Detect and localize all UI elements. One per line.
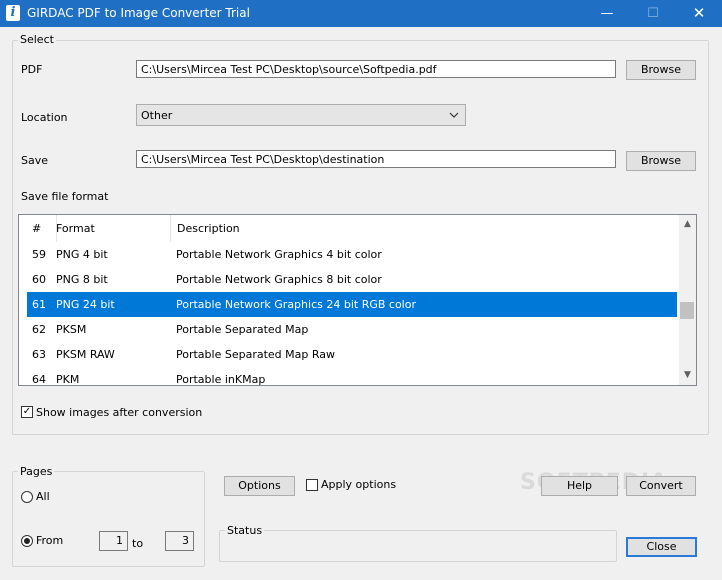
show-images-checkbox[interactable]: ✓ (21, 406, 33, 418)
app-icon: i (6, 5, 20, 21)
row-format: PKSM RAW (56, 348, 115, 361)
row-format: PNG 4 bit (56, 248, 108, 261)
row-description: Portable Separated Map (176, 323, 309, 336)
row-format: PNG 24 bit (56, 298, 115, 311)
row-num: 63 (32, 348, 46, 361)
row-description: Portable Network Graphics 4 bit color (176, 248, 382, 261)
save-path-field[interactable]: C:\Users\Mircea Test PC\Desktop\destinat… (136, 150, 616, 168)
row-num: 59 (32, 248, 46, 261)
scrollbar-thumb[interactable] (680, 302, 694, 319)
show-images-label[interactable]: Show images after conversion (36, 406, 202, 419)
browse-save-button[interactable]: Browse (626, 151, 696, 171)
minimize-button[interactable]: — (584, 0, 630, 27)
row-num: 62 (32, 323, 46, 336)
apply-options-label[interactable]: Apply options (321, 478, 396, 491)
maximize-icon: ☐ (647, 6, 659, 21)
save-label: Save (21, 154, 49, 167)
to-page-field[interactable]: 3 (165, 531, 194, 551)
pages-group (12, 471, 205, 567)
status-group-title: Status (225, 524, 265, 537)
list-header: # Format Description (19, 215, 696, 242)
pdf-path-field[interactable]: C:\Users\Mircea Test PC\Desktop\source\S… (136, 60, 616, 78)
all-pages-radio[interactable] (21, 491, 33, 503)
format-list[interactable]: # Format Description 59 PNG 4 bit Portab… (18, 214, 697, 386)
title-bar[interactable]: i GIRDAC PDF to Image Converter Trial — … (0, 0, 722, 27)
all-pages-label[interactable]: All (36, 490, 50, 503)
table-row[interactable]: 62 PKSM Portable Separated Map (27, 317, 677, 342)
convert-button[interactable]: Convert (626, 476, 696, 496)
table-row[interactable]: 63 PKSM RAW Portable Separated Map Raw (27, 342, 677, 367)
location-label: Location (21, 111, 68, 124)
column-header-format[interactable]: Format (50, 215, 171, 242)
chevron-down-icon (449, 112, 459, 118)
table-row[interactable]: 64 PKM Portable inKMap (27, 367, 677, 386)
help-button[interactable]: Help (541, 476, 618, 496)
browse-pdf-button[interactable]: Browse (626, 60, 696, 80)
row-description: Portable Network Graphics 8 bit color (176, 273, 382, 286)
from-page-field[interactable]: 1 (99, 531, 128, 551)
scroll-up-icon[interactable]: ▲ (679, 219, 696, 229)
row-format: PNG 8 bit (56, 273, 108, 286)
table-row[interactable]: 60 PNG 8 bit Portable Network Graphics 8… (27, 267, 677, 292)
close-icon: ✕ (692, 4, 706, 22)
scroll-down-icon[interactable]: ▼ (679, 370, 696, 380)
table-row[interactable]: 59 PNG 4 bit Portable Network Graphics 4… (27, 242, 677, 267)
row-description: Portable inKMap (176, 373, 266, 386)
to-label: to (132, 537, 144, 550)
save-format-label: Save file format (21, 190, 109, 203)
from-pages-radio[interactable] (21, 535, 33, 547)
location-dropdown[interactable]: Other (136, 104, 466, 126)
from-pages-label[interactable]: From (36, 534, 63, 547)
pdf-label: PDF (21, 63, 43, 76)
location-value: Other (141, 109, 173, 122)
row-description: Portable Separated Map Raw (176, 348, 335, 361)
pages-group-title: Pages (18, 465, 55, 478)
row-num: 60 (32, 273, 46, 286)
row-num: 61 (32, 298, 46, 311)
minimize-icon: — (600, 6, 614, 21)
close-button[interactable]: Close (626, 537, 697, 557)
table-row-selected[interactable]: 61 PNG 24 bit Portable Network Graphics … (27, 292, 677, 317)
select-group-title: Select (18, 33, 56, 46)
radio-selected-dot (24, 538, 30, 544)
options-button[interactable]: Options (224, 476, 295, 496)
close-window-button[interactable]: ✕ (676, 0, 722, 27)
row-format: PKM (56, 373, 80, 386)
window-title: GIRDAC PDF to Image Converter Trial (27, 6, 250, 20)
row-num: 64 (32, 373, 46, 386)
column-header-description[interactable]: Description (171, 215, 679, 242)
status-group (219, 530, 617, 562)
apply-options-checkbox[interactable] (306, 479, 318, 491)
row-format: PKSM (56, 323, 87, 336)
row-description: Portable Network Graphics 24 bit RGB col… (176, 298, 416, 311)
list-scrollbar[interactable]: ▲ ▼ (679, 215, 696, 385)
maximize-button[interactable]: ☐ (630, 0, 676, 27)
